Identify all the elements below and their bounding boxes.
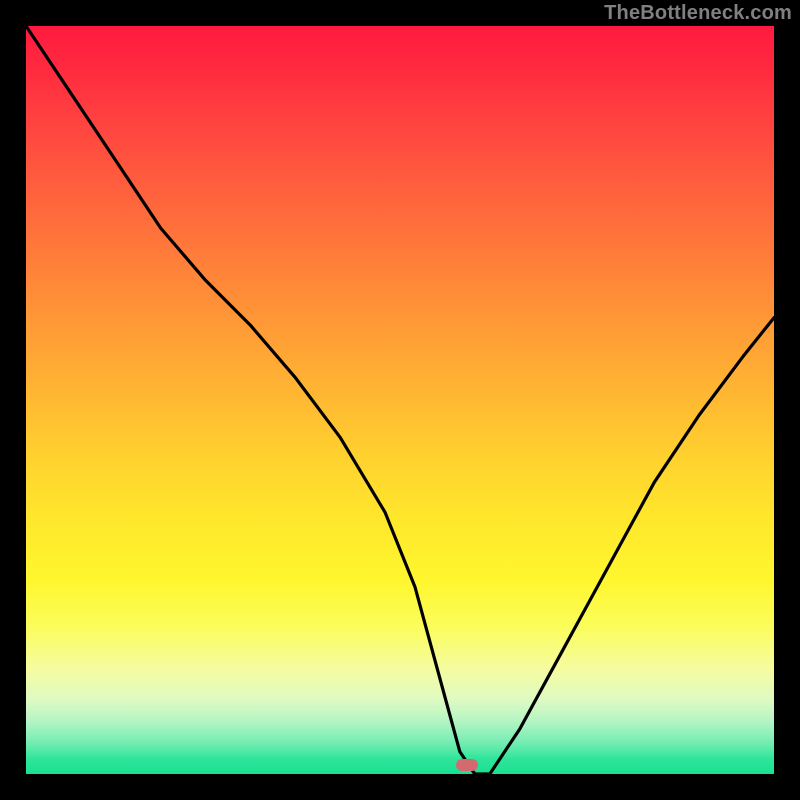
chart-frame: TheBottleneck.com [0,0,800,800]
watermark-text: TheBottleneck.com [604,2,792,25]
plot-area [26,26,774,774]
minimum-marker [456,759,478,771]
bottleneck-curve [26,26,774,774]
